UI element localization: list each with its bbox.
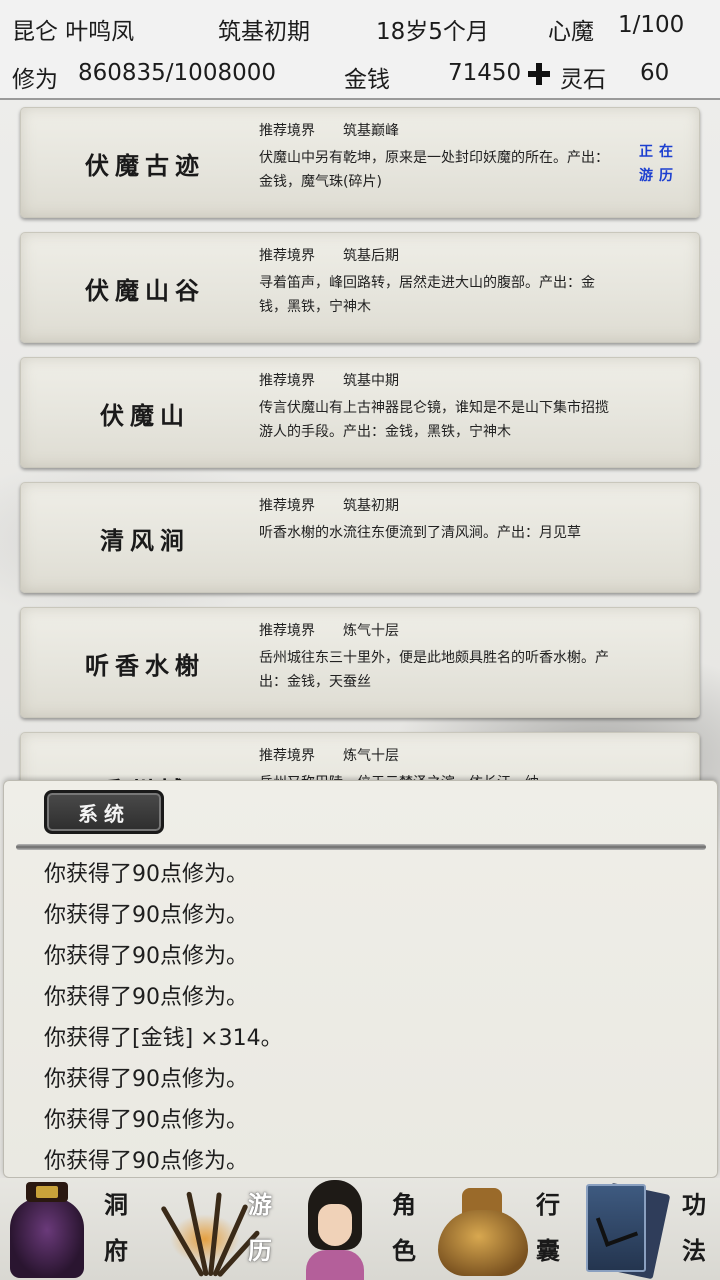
recommended-realm: 推荐境界 炼气十层 [259, 745, 399, 765]
traveling-status: 正在游历 [639, 144, 679, 184]
recommended-label: 推荐境界 [259, 498, 315, 514]
recommended-value: 筑基中期 [343, 373, 399, 389]
recommended-label: 推荐境界 [259, 373, 315, 389]
log-line: 你获得了90点修为。 [44, 1108, 248, 1133]
nav-travel[interactable]: 游 历 [144, 1178, 288, 1280]
system-tab[interactable]: 系统 [44, 790, 164, 834]
nav-character[interactable]: 角 色 [288, 1178, 432, 1280]
recommended-label: 推荐境界 [259, 748, 315, 764]
demon-value: 1/100 [618, 12, 685, 38]
cultivation-label: 修为 [12, 67, 58, 93]
location-name: 伏魔山谷 [85, 276, 205, 305]
nav-skills[interactable]: 功 法 [576, 1178, 720, 1280]
log-line: 你获得了90点修为。 [44, 903, 248, 928]
location-card-fumo-mountain[interactable]: 伏魔山 推荐境界 筑基中期 传言伏魔山有上古神器昆仑镜，谁知是不是山下集市招揽游人… [20, 357, 700, 468]
cultivation-value: 860835/1008000 [78, 60, 276, 86]
location-card-fumo-valley[interactable]: 伏魔山谷 推荐境界 筑基后期 寻着笛声，峰回路转，居然走进大山的腹部。产出：金钱，… [20, 232, 700, 343]
nav-bag[interactable]: 行 囊 [432, 1178, 576, 1280]
plus-icon[interactable] [528, 62, 550, 88]
nav-label: 游 [248, 1190, 272, 1219]
log-line: 你获得了90点修为。 [44, 1149, 248, 1174]
location-name: 听香水榭 [85, 651, 205, 680]
money-label: 金钱 [344, 67, 390, 93]
recommended-realm: 推荐境界 筑基中期 [259, 370, 399, 390]
recommended-realm: 推荐境界 筑基后期 [259, 245, 399, 265]
system-log-panel: 系统 你获得了90点修为。 你获得了90点修为。 你获得了90点修为。 你获得了… [3, 780, 718, 1178]
player-age: 18岁5个月 [376, 19, 489, 45]
nav-label: 角 [392, 1190, 416, 1219]
recommended-realm: 推荐境界 筑基巅峰 [259, 120, 399, 140]
nav-label: 洞 [104, 1190, 128, 1219]
location-card-tingxiang-pavilion[interactable]: 听香水榭 推荐境界 炼气十层 岳州城往东三十里外，便是此地颇具胜名的听香水榭。产出… [20, 607, 700, 718]
recommended-value: 炼气十层 [343, 623, 399, 639]
demon-label: 心魔 [548, 19, 594, 45]
book-icon [582, 1182, 671, 1280]
location-name: 清风涧 [100, 526, 190, 555]
player-realm: 筑基初期 [218, 19, 310, 45]
location-description: 岳州城往东三十里外，便是此地颇具胜名的听香水榭。产出：金钱，天蚕丝 [259, 650, 609, 690]
log-line: 你获得了[金钱] ×314。 [44, 1026, 283, 1051]
nav-label: 法 [682, 1236, 706, 1265]
log-line: 你获得了90点修为。 [44, 862, 248, 887]
location-card-fumo-ruins[interactable]: 伏魔古迹 推荐境界 筑基巅峰 伏魔山中另有乾坤，原来是一处封印妖魔的所在。产出：金… [20, 107, 700, 218]
nav-label: 历 [248, 1236, 272, 1265]
nav-label: 府 [104, 1236, 128, 1265]
recommended-value: 筑基后期 [343, 248, 399, 264]
player-name: 昆仑 叶鸣凤 [12, 19, 135, 45]
log-list[interactable]: 你获得了90点修为。 你获得了90点修为。 你获得了90点修为。 你获得了90点… [44, 854, 684, 1182]
location-name: 伏魔古迹 [85, 151, 205, 180]
location-name: 伏魔山 [100, 401, 190, 430]
nav-label: 色 [392, 1236, 416, 1265]
nav-label: 行 [536, 1190, 560, 1219]
spirit-stone-label: 灵石 [560, 67, 606, 93]
log-line: 你获得了90点修为。 [44, 985, 248, 1010]
recommended-realm: 推荐境界 炼气十层 [259, 620, 399, 640]
money-value: 71450 [448, 60, 522, 86]
log-line: 你获得了90点修为。 [44, 944, 248, 969]
log-divider [16, 844, 706, 850]
location-card-qingfeng-stream[interactable]: 清风涧 推荐境界 筑基初期 听香水榭的水流往东便流到了清风涧。产出：月见草 [20, 482, 700, 593]
recommended-value: 筑基巅峰 [343, 123, 399, 139]
nav-label: 囊 [536, 1236, 560, 1265]
location-description: 伏魔山中另有乾坤，原来是一处封印妖魔的所在。产出：金钱，魔气珠(碎片) [259, 150, 609, 190]
travel-icon [160, 1184, 261, 1278]
recommended-label: 推荐境界 [259, 248, 315, 264]
nav-label: 功 [682, 1190, 706, 1219]
spirit-stone-value: 60 [640, 60, 670, 86]
recommended-label: 推荐境界 [259, 623, 315, 639]
location-description: 传言伏魔山有上古神器昆仑镜，谁知是不是山下集市招揽游人的手段。产出：金钱，黑铁，… [259, 400, 609, 440]
location-description: 寻着笛声，峰回路转，居然走进大山的腹部。产出：金钱，黑铁，宁神木 [259, 275, 595, 315]
character-portrait-icon [300, 1180, 370, 1280]
bag-icon [432, 1184, 532, 1278]
cave-dwelling-icon [6, 1182, 88, 1278]
nav-cave-dwelling[interactable]: 洞 府 [0, 1178, 144, 1280]
location-description: 听香水榭的水流往东便流到了清风涧。产出：月见草 [259, 525, 581, 541]
status-header: 昆仑 叶鸣凤 筑基初期 18岁5个月 心魔 1/100 修为 860835/10… [0, 0, 720, 100]
log-line: 你获得了90点修为。 [44, 1067, 248, 1092]
recommended-value: 炼气十层 [343, 748, 399, 764]
recommended-value: 筑基初期 [343, 498, 399, 514]
recommended-realm: 推荐境界 筑基初期 [259, 495, 399, 515]
recommended-label: 推荐境界 [259, 123, 315, 139]
bottom-nav: 洞 府 游 历 角 色 行 囊 功 法 [0, 1178, 720, 1280]
